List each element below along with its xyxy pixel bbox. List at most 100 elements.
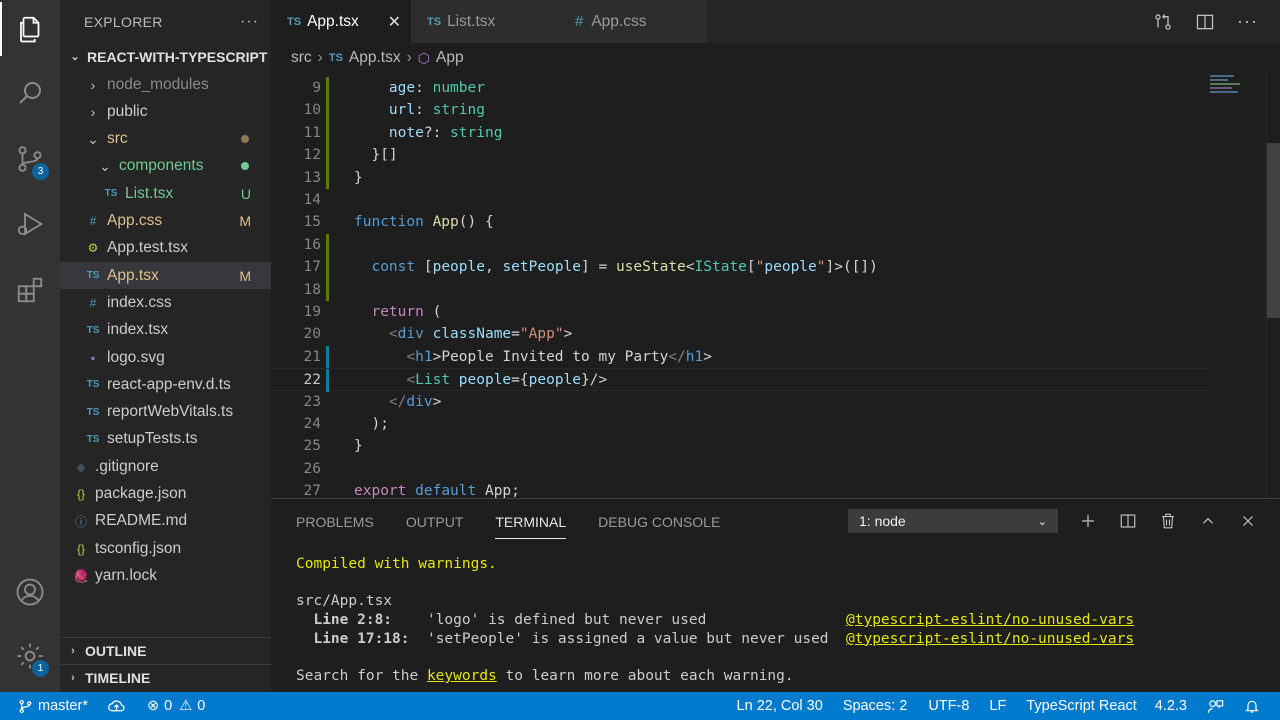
code-line[interactable]: 10 url: string: [271, 99, 1211, 122]
breadcrumb-folder[interactable]: src: [291, 49, 312, 67]
git-status-badge: U: [240, 185, 251, 202]
ts-version[interactable]: 4.2.3: [1155, 692, 1187, 720]
code-line[interactable]: 22 <List people={people}/>: [271, 368, 1211, 392]
source-control-icon[interactable]: 3: [0, 132, 60, 186]
tab-terminal[interactable]: TERMINAL: [495, 514, 567, 539]
tab-problems[interactable]: PROBLEMS: [296, 514, 374, 530]
tree-item[interactable]: ▪ logo.svg: [60, 344, 271, 371]
code-line[interactable]: 27 export default App;: [271, 480, 1211, 498]
warning-rule-link[interactable]: @typescript-eslint/no-unused-vars: [846, 612, 1134, 628]
tab-app-tsx[interactable]: TS App.tsx ✕: [271, 0, 411, 43]
code-line[interactable]: 12 }[]: [271, 144, 1211, 167]
code-line[interactable]: 14: [271, 189, 1211, 211]
tree-item-label: components: [119, 157, 204, 175]
encoding-label: UTF-8: [928, 698, 970, 714]
tree-item[interactable]: # App.css M: [60, 208, 271, 235]
branch-status[interactable]: master*: [18, 692, 88, 720]
project-folder[interactable]: ⌄ REACT-WITH-TYPESCRIPT: [60, 43, 271, 70]
split-terminal-icon[interactable]: [1117, 509, 1139, 533]
scrollbar-thumb[interactable]: [1267, 143, 1280, 318]
extensions-icon[interactable]: [0, 263, 60, 317]
tree-item-label: public: [107, 102, 148, 120]
code-line[interactable]: 19 return (: [271, 301, 1211, 323]
code-line[interactable]: 24 );: [271, 413, 1211, 435]
tree-item[interactable]: TS index.tsx: [60, 317, 271, 344]
tree-item[interactable]: ⚙ App.test.tsx: [60, 235, 271, 262]
open-changes-icon[interactable]: [1153, 12, 1173, 32]
terminal-output[interactable]: Compiled with warnings. src/App.tsx Line…: [296, 555, 1134, 686]
tree-item[interactable]: TS reportWebVitals.ts: [60, 399, 271, 426]
tree-item[interactable]: 🧶 yarn.lock: [60, 562, 271, 589]
run-debug-icon[interactable]: [0, 197, 60, 251]
timeline-section[interactable]: › TIMELINE: [60, 664, 271, 691]
feedback-status[interactable]: [1207, 692, 1224, 720]
tree-item[interactable]: TS App.tsx M: [60, 262, 271, 290]
encoding[interactable]: UTF-8: [928, 692, 969, 720]
more-actions-icon[interactable]: ···: [240, 13, 259, 31]
sync-status[interactable]: [108, 692, 125, 720]
tree-item[interactable]: TS List.tsx U: [60, 180, 271, 207]
line-ending[interactable]: LF: [989, 692, 1006, 720]
code-line[interactable]: 26: [271, 458, 1211, 480]
keywords-link[interactable]: keywords: [427, 668, 497, 684]
tree-item-label: setupTests.ts: [107, 430, 198, 448]
line-number: 11: [303, 124, 321, 141]
vertical-scrollbar[interactable]: [1266, 73, 1280, 498]
code-line[interactable]: 18: [271, 278, 1211, 301]
code-line[interactable]: 15 function App() {: [271, 211, 1211, 233]
tab-app-css[interactable]: # App.css: [559, 0, 707, 43]
code-editor[interactable]: 9 age: number 10 url: string 11 note?: str…: [271, 73, 1280, 498]
minimap[interactable]: [1206, 73, 1266, 498]
warning-rule-link[interactable]: @typescript-eslint/no-unused-vars: [846, 631, 1134, 647]
manage-gear-icon[interactable]: 1: [0, 629, 60, 683]
tree-item-label: yarn.lock: [95, 566, 158, 584]
warning-location: Line 2:8:: [296, 612, 410, 629]
code-line[interactable]: 17 const [people, setPeople] = useState<…: [271, 256, 1211, 279]
code-line[interactable]: 25}: [271, 435, 1211, 457]
tree-item[interactable]: › node_modules: [60, 71, 271, 98]
code-line[interactable]: 9 age: number: [271, 77, 1211, 100]
language-mode[interactable]: TypeScript React: [1026, 692, 1136, 720]
search-icon[interactable]: [0, 66, 60, 120]
breadcrumb-file[interactable]: App.tsx: [349, 49, 401, 67]
code-line[interactable]: 13}: [271, 166, 1211, 189]
tree-item[interactable]: {} package.json: [60, 481, 271, 508]
more-actions-icon[interactable]: ···: [1237, 11, 1258, 32]
code-line[interactable]: 16: [271, 233, 1211, 257]
terminal-select[interactable]: 1: node ⌄: [848, 509, 1058, 533]
tree-item[interactable]: ⌄ src: [60, 126, 271, 153]
code-line[interactable]: 20 <div className="App">: [271, 323, 1211, 345]
tab-output[interactable]: OUTPUT: [406, 514, 464, 530]
tab-debug-console[interactable]: DEBUG CONSOLE: [598, 514, 720, 530]
tree-item[interactable]: # index.css: [60, 289, 271, 316]
code-line[interactable]: 23 </div>: [271, 391, 1211, 413]
tree-item[interactable]: › public: [60, 98, 271, 125]
tab-list-tsx[interactable]: TS List.tsx: [411, 0, 559, 43]
account-icon[interactable]: [0, 565, 60, 619]
tree-item[interactable]: {} tsconfig.json: [60, 535, 271, 562]
file-type-icon: ▪: [90, 350, 96, 365]
outline-section[interactable]: › OUTLINE: [60, 637, 271, 664]
close-panel-icon[interactable]: [1237, 509, 1259, 533]
code-line[interactable]: 21 <h1>People Invited to my Party</h1>: [271, 345, 1211, 369]
split-editor-icon[interactable]: [1195, 12, 1215, 32]
notifications-status[interactable]: [1244, 692, 1260, 720]
tree-item[interactable]: TS setupTests.ts: [60, 426, 271, 453]
tree-item[interactable]: TS react-app-env.d.ts: [60, 371, 271, 398]
close-icon[interactable]: ✕: [388, 12, 401, 32]
code-line[interactable]: 11 note?: string: [271, 121, 1211, 145]
problems-status[interactable]: ⊗ 0 ⚠ 0: [147, 692, 205, 720]
indentation[interactable]: Spaces: 2: [843, 692, 908, 720]
new-terminal-icon[interactable]: [1077, 509, 1099, 533]
explorer-icon[interactable]: [0, 2, 60, 56]
tree-item[interactable]: ⌄ components: [60, 153, 271, 180]
maximize-panel-icon[interactable]: [1197, 509, 1219, 533]
tree-item[interactable]: ◆ .gitignore: [60, 453, 271, 480]
trash-icon[interactable]: [1157, 509, 1179, 533]
diff-gutter-marker: [326, 166, 329, 189]
terminal-line: Compiled with warnings.: [296, 556, 497, 572]
breadcrumb-symbol[interactable]: App: [436, 49, 464, 67]
line-number: 26: [303, 460, 321, 477]
cursor-position[interactable]: Ln 22, Col 30: [737, 692, 823, 720]
tree-item[interactable]: ⓘ README.md: [60, 508, 271, 535]
